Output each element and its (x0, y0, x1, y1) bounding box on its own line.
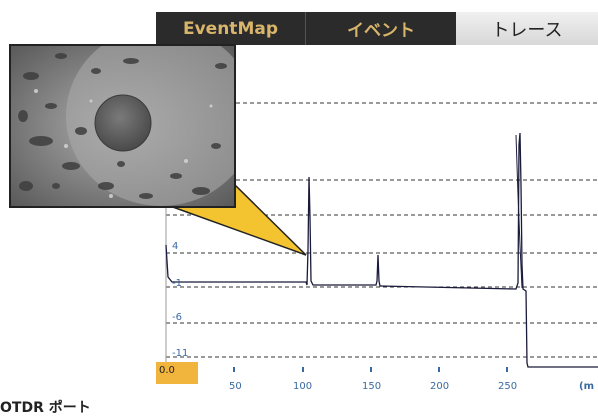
otdr-port-label: OTDR ポート (0, 400, 91, 416)
tab-trace[interactable]: トレース (456, 12, 598, 45)
y-tick-label: -6 (172, 312, 182, 323)
y-tick-label: -1 (172, 278, 182, 289)
fiber-endface-image (9, 44, 236, 208)
tab-eventmap[interactable]: EventMap (156, 12, 306, 45)
y-tick-label: -11 (172, 348, 189, 359)
x-tick-label: 50 (229, 381, 242, 392)
x-tick-label: 150 (362, 381, 382, 392)
x-tick-label: 200 (430, 381, 450, 392)
view-tabs: EventMap イベント トレース (156, 12, 598, 45)
origin-marker[interactable]: 0.0 (156, 362, 198, 384)
tab-event[interactable]: イベント (306, 12, 456, 45)
y-tick-label: 4 (172, 241, 179, 252)
x-unit-label: (m (579, 381, 594, 392)
endface-icon (11, 46, 234, 206)
x-tick-label: 100 (293, 381, 313, 392)
x-tick-label: 250 (498, 381, 518, 392)
